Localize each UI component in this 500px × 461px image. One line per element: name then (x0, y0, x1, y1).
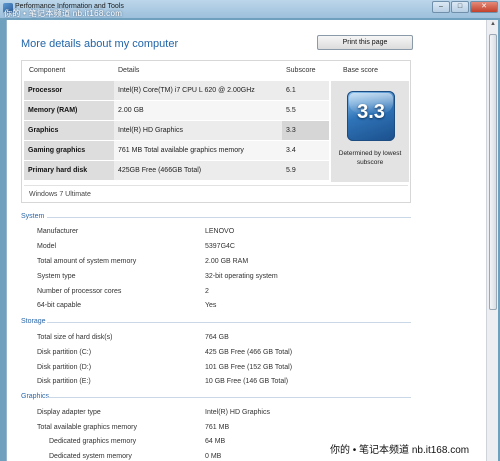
detail-label: System type (37, 273, 76, 280)
section-divider (47, 322, 411, 323)
component-subscore: 6.1 (282, 81, 329, 100)
table-row: Primary hard disk 425GB Free (466GB Tota… (24, 161, 329, 180)
component-name: Gaming graphics (24, 141, 114, 160)
detail-label: Disk partition (D:) (37, 364, 92, 371)
detail-value: Intel(R) HD Graphics (205, 409, 270, 416)
component-name: Primary hard disk (24, 161, 114, 180)
detail-label: Disk partition (E:) (37, 378, 91, 385)
detail-value: 32-bit operating system (205, 273, 278, 280)
component-details: 2.00 GB (114, 101, 282, 120)
base-score-value: 3.3 (357, 101, 385, 123)
detail-value: 64 MB (205, 438, 226, 445)
operating-system-name: Windows 7 Ultimate (24, 185, 408, 198)
component-details: 425GB Free (466GB Total) (114, 161, 282, 180)
detail-value: 10 GB Free (146 GB Total) (205, 378, 289, 385)
component-details: Intel(R) HD Graphics (114, 121, 282, 140)
component-subscore-lowest: 3.3 (282, 121, 329, 140)
watermark-bottom: 你的 • 笔记本频道 nb.it168.com (330, 445, 470, 456)
detail-value: 425 GB Free (466 GB Total) (205, 349, 293, 356)
component-name: Memory (RAM) (24, 101, 114, 120)
detail-label: Total amount of system memory (37, 258, 137, 265)
table-row: Graphics Intel(R) HD Graphics 3.3 (24, 121, 329, 140)
component-subscore: 3.4 (282, 141, 329, 160)
detail-label: Display adapter type (37, 409, 101, 416)
component-details: 761 MB Total available graphics memory (114, 141, 282, 160)
section-title-storage: Storage (21, 318, 46, 325)
base-score-badge-icon: 3.3 (347, 91, 395, 141)
detail-value: 2 (205, 288, 209, 295)
component-name: Graphics (24, 121, 114, 140)
column-header-base-score: Base score (343, 67, 379, 74)
maximize-button[interactable]: □ (451, 1, 469, 13)
detail-label: Manufacturer (37, 228, 79, 235)
detail-label: Disk partition (C:) (37, 349, 92, 356)
detail-label: Dedicated graphics memory (49, 438, 137, 445)
detail-value: Yes (205, 302, 217, 309)
section-title-graphics: Graphics (21, 393, 50, 400)
window-titlebar: Performance Information and Tools 你的 • 笔… (0, 0, 500, 18)
scroll-up-arrow-icon[interactable]: ▲ (488, 21, 498, 31)
detail-label: Model (37, 243, 57, 250)
section-title-system: System (21, 213, 45, 220)
scrollbar-thumb[interactable] (489, 34, 497, 310)
detail-label: Dedicated system memory (49, 453, 132, 460)
column-header-details: Details (118, 67, 140, 74)
detail-label: Total size of hard disk(s) (37, 334, 113, 341)
detail-value: 764 GB (205, 334, 229, 341)
detail-value: 0 MB (205, 453, 222, 460)
print-page-button[interactable]: Print this page (317, 35, 413, 50)
detail-value: 761 MB (205, 424, 230, 431)
detail-value: LENOVO (205, 228, 235, 235)
section-divider (47, 217, 411, 218)
column-header-subscore: Subscore (286, 67, 316, 74)
base-score-panel: 3.3 Determined by lowest subscore (331, 81, 409, 182)
table-row: Processor Intel(R) Core(TM) i7 CPU L 620… (24, 81, 329, 100)
detail-value: 101 GB Free (152 GB Total) (205, 364, 293, 371)
details-content: More details about my computer Print thi… (6, 20, 486, 461)
component-name: Processor (24, 81, 114, 100)
column-header-component: Component (29, 67, 66, 74)
section-divider (47, 397, 411, 398)
table-row: Memory (RAM) 2.00 GB 5.5 (24, 101, 329, 120)
detail-label: 64-bit capable (37, 302, 81, 309)
close-button[interactable]: ✕ (470, 1, 498, 13)
detail-value: 2.00 GB RAM (205, 258, 249, 265)
page-title: More details about my computer (21, 38, 179, 50)
component-subscore: 5.9 (282, 161, 329, 180)
score-table: Component Details Subscore Base score Pr… (21, 60, 411, 203)
detail-label: Total available graphics memory (37, 424, 137, 431)
vertical-scrollbar[interactable]: ▲ (486, 20, 498, 461)
table-row: Gaming graphics 761 MB Total available g… (24, 141, 329, 160)
detail-value: 5397G4C (205, 243, 235, 250)
component-subscore: 5.5 (282, 101, 329, 120)
base-score-caption: Determined by lowest subscore (338, 150, 402, 166)
watermark-top: 你的 • 笔记本频道 nb.it168.com (4, 9, 123, 18)
component-details: Intel(R) Core(TM) i7 CPU L 620 @ 2.00GHz (114, 81, 282, 100)
minimize-button[interactable]: – (432, 1, 450, 13)
detail-label: Number of processor cores (37, 288, 122, 295)
